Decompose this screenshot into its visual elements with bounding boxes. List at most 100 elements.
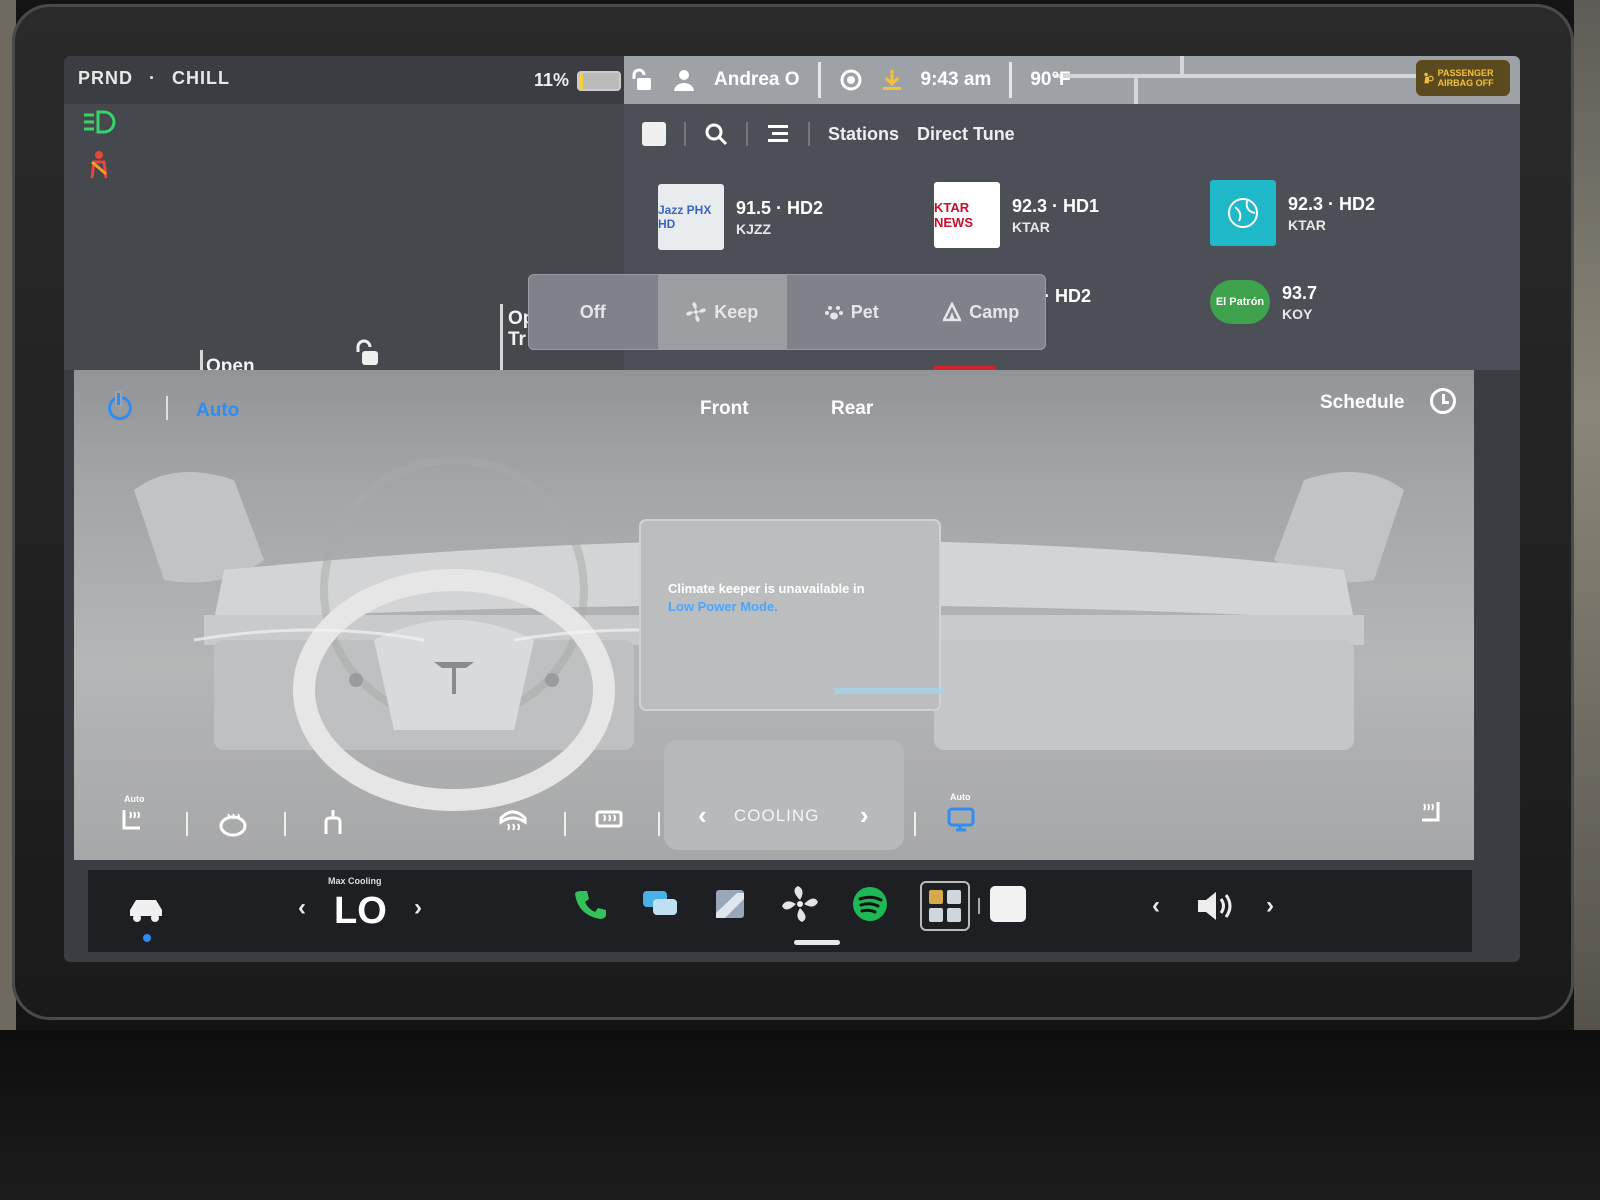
climate-auto-button[interactable]: Auto — [196, 400, 239, 422]
dock-divider — [978, 898, 980, 914]
gear-selector: PRND — [78, 68, 134, 88]
rear-defrost-icon[interactable] — [594, 806, 624, 834]
app-launcher-button[interactable] — [920, 881, 970, 931]
station-logo-text: El Patrón — [1215, 296, 1265, 308]
tab-rear[interactable]: Rear — [831, 398, 873, 420]
schedule-button[interactable]: Schedule — [1320, 392, 1404, 414]
passenger-airbag-badge: PASSENGER AIRBAG OFF — [1416, 60, 1510, 96]
station-item[interactable]: 92.3 · HD2 KTAR — [1210, 180, 1375, 246]
station-item[interactable]: · HD2 — [1044, 286, 1091, 307]
blank-app-icon — [990, 886, 1026, 922]
tent-icon — [943, 302, 962, 322]
keeper-option-pet[interactable]: Pet — [787, 274, 917, 350]
seat-heat-auto-label: Auto — [124, 794, 145, 804]
temp-up-arrow[interactable]: › — [414, 894, 422, 922]
mode-next-arrow[interactable]: › — [860, 800, 869, 831]
sentry-mode-icon[interactable] — [839, 68, 863, 92]
launcher-indicator — [794, 940, 840, 945]
airbag-icon — [1424, 72, 1434, 84]
station-logo: KTAR NEWS — [934, 182, 1000, 248]
software-update-icon[interactable] — [881, 68, 903, 92]
gear-status: PRND · CHILL — [78, 68, 240, 89]
climate-power-icon[interactable] — [108, 393, 132, 420]
keeper-option-label: Off — [579, 301, 606, 322]
station-callsign: KJZZ — [736, 220, 771, 237]
mode-prev-arrow[interactable]: ‹ — [698, 800, 707, 831]
car-icon[interactable] — [126, 894, 166, 924]
tab-stations[interactable]: Stations — [828, 124, 899, 145]
message-text: Climate keeper is unavailable in — [668, 581, 865, 596]
temperature-setting[interactable]: LO — [334, 890, 387, 933]
unlock-icon[interactable] — [354, 338, 384, 368]
temp-down-arrow[interactable]: ‹ — [298, 894, 306, 922]
user-name[interactable]: Andrea O — [714, 69, 800, 91]
messages-app-button[interactable] — [640, 884, 680, 924]
station-callsign: KTAR — [1288, 216, 1326, 233]
station-item[interactable]: KTAR NEWS 92.3 · HD1 KTAR — [934, 182, 1099, 248]
station-logo: Jazz PHX HD — [658, 184, 724, 250]
station-frequency: 92.3 · HD2 — [1288, 193, 1376, 214]
tab-direct-tune[interactable]: Direct Tune — [917, 124, 1015, 145]
recent-app-button[interactable] — [988, 884, 1028, 924]
fan-hand-icon[interactable] — [318, 808, 348, 836]
station-frequency: 92.3 · HD1 — [1012, 195, 1100, 216]
keeper-option-camp[interactable]: Camp — [917, 274, 1047, 350]
battery-percent: 11% — [534, 70, 570, 90]
app-grid-icon — [929, 890, 961, 922]
recirculate-icon[interactable] — [946, 806, 976, 834]
steering-wheel-heat-icon[interactable] — [218, 810, 248, 838]
station-item[interactable]: El Patrón 93.7 KOY — [1210, 280, 1317, 324]
station-callsign: KTAR — [1012, 218, 1050, 235]
low-power-mode-link[interactable]: Low Power Mode. — [668, 599, 778, 614]
headlight-icon — [84, 110, 116, 134]
status-divider — [1009, 62, 1013, 98]
climate-panel: Auto Front Rear Schedule Climate keeper … — [74, 370, 1474, 860]
phone-icon — [575, 891, 606, 919]
outside-temperature: 90°F — [1030, 69, 1071, 90]
messages-icon — [643, 891, 677, 915]
climate-keeper-message: Climate keeper is unavailable in Low Pow… — [668, 580, 894, 616]
station-frequency: 93.7 — [1282, 282, 1318, 303]
keeper-option-off[interactable]: Off — [528, 274, 658, 350]
recirculate-auto-label: Auto — [950, 792, 971, 802]
battery-icon — [577, 70, 622, 91]
station-item[interactable]: Jazz PHX HD 91.5 · HD2 KJZZ — [658, 184, 823, 250]
source-square-icon[interactable] — [642, 122, 666, 146]
status-bar-right: Andrea O 9:43 am 90°F — [632, 58, 1071, 102]
station-logo — [1210, 180, 1276, 246]
passenger-seat-heat-icon[interactable] — [1414, 800, 1444, 828]
phone-app-button[interactable] — [570, 884, 610, 924]
keeper-option-label: Pet — [850, 301, 879, 322]
lock-icon[interactable] — [632, 68, 654, 92]
station-frequency: · HD2 — [1044, 286, 1092, 306]
volume-down-arrow[interactable]: ‹ — [1152, 892, 1160, 920]
station-logo-text: Jazz PHX HD — [658, 203, 712, 231]
camera-app-button[interactable] — [710, 884, 750, 924]
globe-icon — [1228, 198, 1258, 228]
fan-icon — [686, 302, 707, 322]
driver-seat-heat-icon[interactable] — [118, 808, 148, 836]
status-divider — [817, 62, 821, 98]
climate-keeper-selector[interactable]: Off Keep Pet Camp — [528, 274, 1046, 350]
search-icon[interactable] — [704, 122, 728, 146]
keeper-option-keep[interactable]: Keep — [657, 274, 787, 350]
spotify-app-button[interactable] — [850, 884, 890, 924]
tab-front[interactable]: Front — [700, 398, 749, 420]
battery-status: 11% — [534, 70, 622, 91]
station-frequency: 91.5 · HD2 — [736, 197, 824, 218]
fan-icon — [782, 886, 818, 922]
browse-list-icon[interactable] — [766, 122, 790, 146]
header-divider — [166, 396, 168, 420]
schedule-clock-icon[interactable] — [1430, 388, 1456, 414]
front-defrost-icon[interactable] — [498, 806, 528, 834]
battery-fill — [579, 72, 584, 89]
volume-icon[interactable] — [1194, 888, 1234, 924]
seatbelt-warning-icon — [90, 151, 108, 179]
user-profile-icon[interactable] — [672, 68, 696, 92]
climate-mode-label: COOLING — [734, 806, 820, 825]
keeper-option-label: Keep — [714, 301, 759, 322]
fan-app-button[interactable] — [780, 884, 820, 924]
spotify-icon — [853, 887, 887, 921]
volume-up-arrow[interactable]: › — [1266, 892, 1274, 920]
paw-icon — [824, 306, 843, 320]
